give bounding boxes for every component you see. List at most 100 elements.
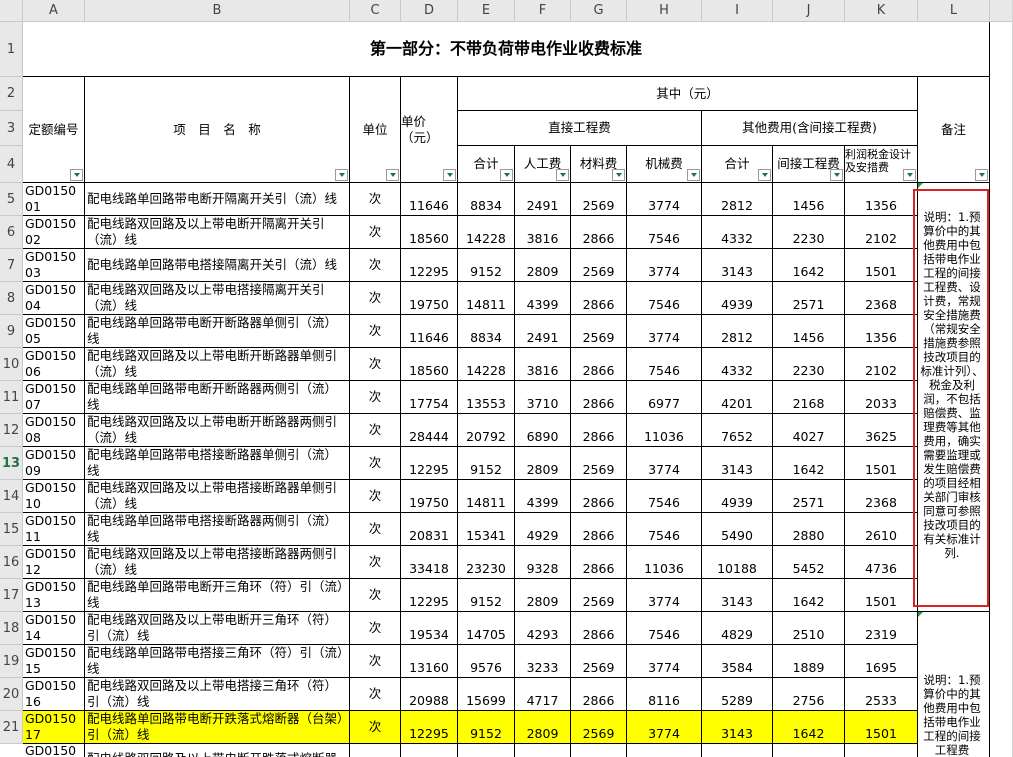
- row-header-18[interactable]: 18: [0, 612, 23, 645]
- row-total: 13553: [458, 381, 515, 414]
- row-indirect: 4027: [773, 414, 845, 447]
- row-indirect-text: 2571: [792, 495, 825, 510]
- row-header-15[interactable]: 15: [0, 513, 23, 546]
- row-labor-text: 4929: [526, 528, 559, 543]
- row-header-3[interactable]: 3: [0, 111, 23, 146]
- row-indirect-text: 2168: [792, 396, 825, 411]
- row-total: 15699: [458, 678, 515, 711]
- header-other-text: 其他费用(含间接工程费): [742, 120, 877, 135]
- header-price-text: 单价（元）: [401, 113, 439, 145]
- row-price: 19750: [401, 282, 458, 315]
- row-labor: 4929: [515, 513, 571, 546]
- column-header-E[interactable]: E: [458, 0, 515, 22]
- row-unit-text: 次: [368, 587, 382, 602]
- row-header-9[interactable]: 9: [0, 315, 23, 348]
- row-other-total: 3143: [702, 579, 773, 612]
- row-header-14[interactable]: 14: [0, 480, 23, 513]
- row-material-text: 2569: [582, 660, 615, 675]
- column-header-D[interactable]: D: [401, 0, 458, 22]
- filter-dropdown-icon[interactable]: [335, 169, 348, 181]
- column-header-A[interactable]: A: [23, 0, 85, 22]
- row-header-6[interactable]: 6: [0, 216, 23, 249]
- row-header-5[interactable]: 5: [0, 183, 23, 216]
- row-header-2[interactable]: 2: [0, 77, 23, 111]
- row-name: 配电线路双回路及以上带电搭接断路器两侧引（流）线: [85, 546, 350, 579]
- row-indirect-text: 1642: [792, 594, 825, 609]
- row-machine-text: 3774: [648, 660, 680, 675]
- row-header-10[interactable]: 10: [0, 348, 23, 381]
- row-profit-text: 2368: [865, 297, 897, 312]
- row-labor-text: 4293: [526, 627, 559, 642]
- row-header-8[interactable]: 8: [0, 282, 23, 315]
- column-header-G[interactable]: G: [571, 0, 627, 22]
- row-code: GD015002: [23, 216, 85, 249]
- row-code-text: GD015016: [25, 678, 77, 709]
- row-other-total-text: 3143: [721, 264, 753, 279]
- row-other-total: [702, 744, 773, 757]
- filter-dropdown-icon[interactable]: [975, 169, 988, 181]
- row-header-21[interactable]: 21: [0, 711, 23, 744]
- filter-dropdown-icon[interactable]: [758, 169, 771, 181]
- row-material: 2866: [571, 678, 627, 711]
- row-indirect: 5452: [773, 546, 845, 579]
- row-labor-text: 2491: [526, 198, 559, 213]
- row-code: GD015011: [23, 513, 85, 546]
- row-header-12[interactable]: 12: [0, 414, 23, 447]
- row-header-19[interactable]: 19: [0, 645, 23, 678]
- filter-dropdown-icon[interactable]: [386, 169, 399, 181]
- filter-dropdown-icon[interactable]: [70, 169, 83, 181]
- spreadsheet[interactable]: A B C D E F G H I J K L 1 2 3 4 5 6 7 8 9 10 11 12 13 14 15 16 17 18 1…: [0, 0, 1013, 757]
- filter-dropdown-icon[interactable]: [687, 169, 700, 181]
- row-header-20[interactable]: 20: [0, 678, 23, 711]
- row-header-7[interactable]: 7: [0, 249, 23, 282]
- row-machine: 3774: [627, 711, 702, 744]
- row-other-total-text: 3143: [721, 462, 753, 477]
- column-header-J[interactable]: J: [773, 0, 845, 22]
- row-header-1[interactable]: 1: [0, 22, 23, 77]
- row-profit: 1501: [845, 249, 918, 282]
- column-header-F[interactable]: F: [515, 0, 571, 22]
- row-indirect: 2168: [773, 381, 845, 414]
- header-other-total-text: 合计: [724, 156, 750, 171]
- row-labor-text: 9328: [526, 561, 559, 576]
- row-labor: [515, 744, 571, 757]
- row-header-16[interactable]: 16: [0, 546, 23, 579]
- row-total-text: 15699: [466, 693, 506, 708]
- row-code: GD015012: [23, 546, 85, 579]
- header-other-total: 合计: [702, 146, 773, 183]
- row-header-17[interactable]: 17: [0, 579, 23, 612]
- row-price-text: 19750: [409, 297, 449, 312]
- column-header-H[interactable]: H: [627, 0, 702, 22]
- row-code: GD015016: [23, 678, 85, 711]
- filter-dropdown-icon[interactable]: [500, 169, 513, 181]
- filter-dropdown-icon[interactable]: [612, 169, 625, 181]
- row-name-text: 配电线路双回路及以上带电断开隔离开关引（流）线: [87, 216, 325, 247]
- row-price: 12295: [401, 249, 458, 282]
- filter-dropdown-icon[interactable]: [903, 169, 916, 181]
- column-header-C[interactable]: C: [350, 0, 401, 22]
- row-indirect-text: 5452: [792, 561, 825, 576]
- row-material: 2569: [571, 645, 627, 678]
- row-machine: 7546: [627, 216, 702, 249]
- filter-dropdown-icon[interactable]: [443, 169, 456, 181]
- column-header-B[interactable]: B: [85, 0, 350, 22]
- filter-dropdown-icon[interactable]: [830, 169, 843, 181]
- filter-dropdown-icon[interactable]: [556, 169, 569, 181]
- row-total-text: 8834: [470, 330, 502, 345]
- row-price-text: 20988: [409, 693, 449, 708]
- row-indirect: 1642: [773, 447, 845, 480]
- row-unit-text: 次: [368, 356, 382, 371]
- row-header-13[interactable]: 13: [0, 447, 23, 480]
- row-labor: 4399: [515, 480, 571, 513]
- row-indirect: 2571: [773, 480, 845, 513]
- header-machine-text: 机械费: [645, 156, 683, 171]
- column-header-L[interactable]: L: [918, 0, 990, 22]
- row-name-text: 配电线路双回路及以上带电断开跌落式熔断器: [87, 751, 337, 757]
- row-header-11[interactable]: 11: [0, 381, 23, 414]
- row-header-4[interactable]: 4: [0, 146, 23, 183]
- header-remark-text: 备注: [940, 121, 966, 137]
- column-header-K[interactable]: K: [845, 0, 918, 22]
- column-header-I[interactable]: I: [702, 0, 773, 22]
- select-all-corner[interactable]: [0, 0, 23, 22]
- row-labor-text: 3816: [526, 231, 559, 246]
